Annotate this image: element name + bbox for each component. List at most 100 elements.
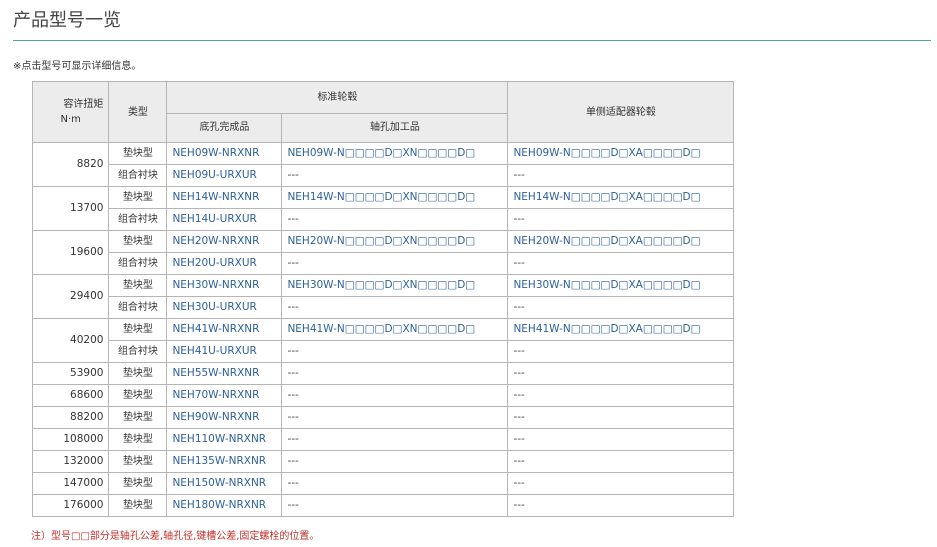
click-notice: ※点击型号可显示详细信息。 (13, 61, 142, 72)
type-cell: 组合衬块 (108, 252, 168, 275)
table-row: 组合衬块 NEH20U-URXUR --- --- (33, 252, 735, 275)
pilot-bore-model-link[interactable]: NEH09W-NRXNR (166, 142, 283, 165)
pilot-bore-model-link[interactable]: NEH14W-NRXNR (166, 186, 283, 209)
adapter-hub-model: --- (507, 208, 735, 231)
type-cell: 垫块型 (108, 472, 168, 495)
table-row: 组合衬块 NEH41U-URXUR --- --- (33, 340, 735, 363)
torque-cell: 108000 (31, 428, 110, 451)
torque-cell: 132000 (31, 450, 110, 473)
header-torque: 容许扭矩 N·m (31, 81, 110, 143)
table-row: 29400 垫块型 NEH30W-NRXNR NEH30W-N□□□□D□XN□□□□… (31, 274, 735, 319)
pilot-bore-model-link[interactable]: NEH180W-NRXNR (166, 494, 283, 517)
bore-machined-model: --- (281, 472, 509, 495)
type-cell: 垫块型 (108, 406, 168, 429)
adapter-hub-model: --- (507, 450, 735, 473)
bore-machined-model: --- (281, 384, 509, 407)
type-cell: 垫块型 (108, 186, 168, 209)
pilot-bore-model-link[interactable]: NEH09U-URXUR (166, 164, 283, 187)
adapter-hub-model[interactable]: NEH14W-N□□□□D□XA□□□□D□ (507, 186, 735, 209)
type-cell: 组合衬块 (108, 296, 168, 319)
pilot-bore-model-link[interactable]: NEH70W-NRXNR (166, 384, 283, 407)
pilot-bore-model-link[interactable]: NEH110W-NRXNR (166, 428, 283, 451)
page-title: 产品型号一览 (13, 10, 121, 31)
table-row: 组合衬块 NEH14U-URXUR --- --- (33, 208, 735, 231)
bore-machined-model[interactable]: NEH09W-N□□□□D□XN□□□□D□ (281, 142, 509, 165)
header-standard-hub: 标准轮毂 (166, 81, 509, 114)
table-row: 108000 垫块型 NEH110W-NRXNR --- --- (31, 428, 735, 451)
pilot-bore-model-link[interactable]: NEH90W-NRXNR (166, 406, 283, 429)
product-model-table: 容许扭矩 N·m 类型 标准轮毂 单侧适配器轮毂 底孔完成品 轴孔加工品 882… (31, 81, 735, 517)
adapter-hub-model[interactable]: NEH41W-N□□□□D□XA□□□□D□ (507, 318, 735, 341)
type-cell: 垫块型 (108, 142, 168, 165)
pilot-bore-model-link[interactable]: NEH55W-NRXNR (166, 362, 283, 385)
bore-machined-model[interactable]: NEH30W-N□□□□D□XN□□□□D□ (281, 274, 509, 297)
table-row: 8820 垫块型 NEH09W-NRXNR NEH09W-N□□□□D□XN□□□□D… (31, 142, 735, 187)
title-divider (13, 40, 931, 41)
adapter-hub-model: --- (507, 494, 735, 517)
adapter-hub-model: --- (507, 362, 735, 385)
bore-machined-model[interactable]: NEH20W-N□□□□D□XN□□□□D□ (281, 230, 509, 253)
bore-machined-model[interactable]: NEH14W-N□□□□D□XN□□□□D□ (281, 186, 509, 209)
bore-machined-model: --- (281, 252, 509, 275)
torque-cell: 19600 (31, 230, 110, 275)
bore-machined-model: --- (281, 494, 509, 517)
adapter-hub-model[interactable]: NEH09W-N□□□□D□XA□□□□D□ (507, 142, 735, 165)
torque-cell: 53900 (31, 362, 110, 385)
cut-off-link[interactable] (745, 541, 790, 547)
pilot-bore-model-link[interactable]: NEH30W-NRXNR (166, 274, 283, 297)
type-cell: 组合衬块 (108, 208, 168, 231)
adapter-hub-model[interactable]: NEH30W-N□□□□D□XA□□□□D□ (507, 274, 735, 297)
type-cell: 垫块型 (108, 384, 168, 407)
bore-machined-model: --- (281, 208, 509, 231)
type-cell: 垫块型 (108, 450, 168, 473)
pilot-bore-model-link[interactable]: NEH30U-URXUR (166, 296, 283, 319)
pilot-bore-model-link[interactable]: NEH20W-NRXNR (166, 230, 283, 253)
header-type: 类型 (108, 81, 168, 143)
pilot-bore-model-link[interactable]: NEH41W-NRXNR (166, 318, 283, 341)
adapter-hub-model: --- (507, 428, 735, 451)
table-row: 19600 垫块型 NEH20W-NRXNR NEH20W-N□□□□D□XN□□□□… (31, 230, 735, 275)
bore-machined-model: --- (281, 340, 509, 363)
torque-cell: 8820 (31, 142, 110, 187)
type-cell: 组合衬块 (108, 164, 168, 187)
table-row: 132000 垫块型 NEH135W-NRXNR --- --- (31, 450, 735, 473)
type-cell: 垫块型 (108, 428, 168, 451)
pilot-bore-model-link[interactable]: NEH150W-NRXNR (166, 472, 283, 495)
table-row: 13700 垫块型 NEH14W-NRXNR NEH14W-N□□□□D□XN□□□□… (31, 186, 735, 231)
type-cell: 组合衬块 (108, 340, 168, 363)
torque-cell: 88200 (31, 406, 110, 429)
bore-machined-model: --- (281, 450, 509, 473)
bore-machined-model: --- (281, 296, 509, 319)
torque-cell: 29400 (31, 274, 110, 319)
bore-machined-model: --- (281, 164, 509, 187)
adapter-hub-model: --- (507, 384, 735, 407)
torque-cell: 13700 (31, 186, 110, 231)
adapter-hub-model[interactable]: NEH20W-N□□□□D□XA□□□□D□ (507, 230, 735, 253)
pilot-bore-model-link[interactable]: NEH14U-URXUR (166, 208, 283, 231)
type-cell: 垫块型 (108, 230, 168, 253)
table-row: 68600 垫块型 NEH70W-NRXNR --- --- (31, 384, 735, 407)
bore-machined-model: --- (281, 362, 509, 385)
footnote: 注）型号□□部分是轴孔公差,轴孔径,键槽公差,固定螺栓的位置。 (31, 531, 320, 542)
header-bore-machined: 轴孔加工品 (281, 112, 509, 144)
torque-cell: 176000 (31, 494, 110, 517)
torque-cell: 147000 (31, 472, 110, 495)
pilot-bore-model-link[interactable]: NEH135W-NRXNR (166, 450, 283, 473)
table-row: 40200 垫块型 NEH41W-NRXNR NEH41W-N□□□□D□XN□□□□… (31, 318, 735, 363)
type-cell: 垫块型 (108, 494, 168, 517)
adapter-hub-model: --- (507, 164, 735, 187)
adapter-hub-model: --- (507, 296, 735, 319)
header-single-adapter-hub: 单侧适配器轮毂 (507, 81, 735, 143)
adapter-hub-model: --- (507, 406, 735, 429)
adapter-hub-model: --- (507, 252, 735, 275)
header-torque-label: 容许扭矩 N·m (60, 99, 104, 125)
table-row: 53900 垫块型 NEH55W-NRXNR --- --- (31, 362, 735, 385)
torque-cell: 40200 (31, 318, 110, 363)
table-row: 88200 垫块型 NEH90W-NRXNR --- --- (31, 406, 735, 429)
table-body: 8820 垫块型 NEH09W-NRXNR NEH09W-N□□□□D□XN□□□□D… (31, 142, 735, 517)
pilot-bore-model-link[interactable]: NEH41U-URXUR (166, 340, 283, 363)
type-cell: 垫块型 (108, 318, 168, 341)
bore-machined-model[interactable]: NEH41W-N□□□□D□XN□□□□D□ (281, 318, 509, 341)
table-row: 组合衬块 NEH09U-URXUR --- --- (33, 164, 735, 187)
pilot-bore-model-link[interactable]: NEH20U-URXUR (166, 252, 283, 275)
